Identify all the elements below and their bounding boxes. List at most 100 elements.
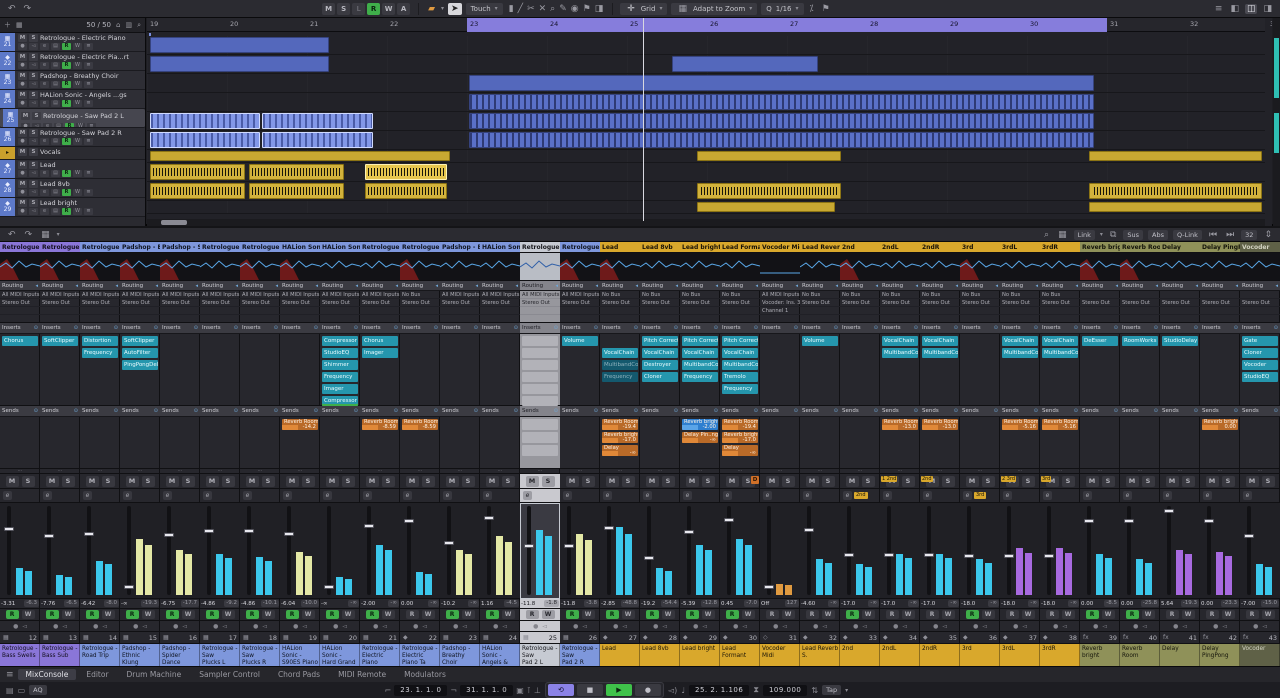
channel-name-tab[interactable]: Retrologue - El. [360,242,400,253]
channel-name-label[interactable]: HALion Sonic -Hard Grand Piano [320,644,360,666]
solo-button[interactable]: S [941,475,955,487]
search-icon[interactable]: ⌕ [1042,230,1051,240]
rack-bypass-icon[interactable]: ⊙ [1074,323,1078,334]
mixer-channel[interactable]: Lead FormantRouting◂No BusStereo OutInse… [719,242,761,666]
rack-bypass-icon[interactable]: ⊙ [1194,406,1198,417]
rack-bypass-icon[interactable]: ⊙ [594,323,598,334]
insert-slot[interactable]: MultibandCom..r [602,360,638,370]
mute-button[interactable]: M [1165,475,1179,487]
record-enable-icon[interactable]: ● [613,623,618,630]
fader-db-value[interactable]: Off [761,601,769,607]
mute-button[interactable]: M [605,475,619,487]
rack-bypass-icon[interactable]: ⊙ [34,406,38,417]
routing-slot[interactable]: Stereo Out [640,299,680,307]
insert-slot[interactable]: VocalChain [722,348,758,358]
rack-bypass-icon[interactable]: ⊙ [274,323,278,334]
inserts-rack[interactable]: Inserts ⊙ Chorus [0,323,40,406]
sends-rack-header[interactable]: Sends ⊙ [40,406,80,417]
sends-rack-header[interactable]: Sends ⊙ [160,406,200,417]
channel-name-label[interactable]: Reverb bright [1080,644,1120,666]
routing-rack-header[interactable]: Routing ◂ [120,281,160,291]
routing-slot[interactable]: All MIDI Inputs [320,291,360,299]
routing-slot[interactable]: Channel 1 [760,307,800,315]
sends-rack[interactable]: Sends ⊙ [520,406,560,469]
routing-slot[interactable]: Stereo Out [1200,299,1240,307]
solo-button[interactable]: S [261,475,275,487]
channel-eq-curve[interactable] [839,253,881,281]
sends-rack[interactable]: Sends ⊙ [440,406,480,469]
inserts-rack-header[interactable]: Inserts ⊙ [40,323,80,334]
event-clip[interactable] [365,164,447,180]
rack-bypass-icon[interactable]: ⊙ [914,406,918,417]
solo-button[interactable]: S [981,475,995,487]
routing-slot[interactable]: Stereo Out [80,299,120,307]
channel-eq-curve[interactable] [239,253,281,281]
routing-slot[interactable]: Stereo Out [1120,299,1160,307]
inserts-rack-header[interactable]: Inserts ⊙ [1040,323,1080,334]
instrument-button[interactable]: ▤ [51,208,60,215]
inserts-rack[interactable]: Inserts ⊙ Pitch Correct VocalChain Multiband… [720,323,760,406]
monitor-button[interactable]: ◅ [29,81,38,88]
channel-eq-curve[interactable] [1199,253,1241,281]
routing-rack[interactable]: Routing ◂ No Bus Stereo Out [800,281,840,323]
fader-cap[interactable] [1004,554,1014,558]
fader-cap[interactable] [884,553,894,557]
edit-channel-button[interactable]: e [40,208,49,215]
track-row[interactable]: ▦ 25 M S Retrologue - Saw Pad 2 L ● ◅ e ▤ R W ≣ [0,109,145,128]
routing-slot[interactable] [640,307,680,315]
fader-cap[interactable] [604,526,614,530]
inserts-rack-header[interactable]: Inserts ⊙ [520,323,560,334]
fader-cap[interactable] [324,585,334,589]
fader-cap[interactable] [204,529,214,533]
routing-slot[interactable] [1240,291,1280,299]
rack-bypass-icon[interactable]: ⊙ [794,406,798,417]
routing-rack-header[interactable]: Routing ◂ [1000,281,1040,291]
fader-db-value[interactable]: -10.2 [441,601,455,607]
channel-name-tab[interactable]: Padshop - Bre. [440,242,480,253]
event-clip[interactable] [697,151,842,161]
monitor-icon[interactable]: ◅ [182,623,187,630]
insert-slot[interactable]: Chorus [2,336,38,346]
inserts-rack-header[interactable]: Inserts ⊙ [240,323,280,334]
zoom-tool[interactable]: ⌕ [548,4,557,14]
sends-rack[interactable]: Sends ⊙ Reverb Room -19.4 Reverb bright -17.0… [720,406,760,469]
sends-rack[interactable]: Sends ⊙ [240,406,280,469]
read-automation-button[interactable]: R [325,610,339,619]
record-enable-icon[interactable]: ● [933,623,938,630]
solo-button[interactable]: S [1141,475,1155,487]
sends-rack[interactable]: Sends ⊙ Reverb bright 0.00 [1200,406,1240,469]
write-automation-button[interactable]: W [981,610,995,619]
solo-button[interactable]: S [701,475,715,487]
routing-rack-header[interactable]: Routing ◂ [480,281,520,291]
monitor-icon[interactable]: ◅ [782,623,787,630]
write-automation-button[interactable]: W [181,610,195,619]
flag-icon[interactable]: ⚑ [820,4,832,14]
send-slot[interactable]: Reverb Room -5.16 [1002,419,1038,430]
record-enable-icon[interactable]: ● [293,623,298,630]
fader-track[interactable] [684,506,694,595]
inserts-rack-header[interactable]: Inserts ⊙ [1080,323,1120,334]
sends-rack[interactable]: Sends ⊙ Reverb Room -13.0 [920,406,960,469]
record-enable-icon[interactable]: ● [573,623,578,630]
channel-name-tab[interactable]: Delay [1160,242,1200,253]
mixer-channel[interactable]: Retrologue - El.Routing◂All MIDI InputsS… [359,242,401,666]
insert-slot[interactable]: Frequency [722,384,758,394]
channel-name-label[interactable]: Vocoder [1240,644,1280,666]
sends-rack[interactable]: Sends ⊙ [640,406,680,469]
channel-eq-curve[interactable] [0,253,41,281]
read-automation-button[interactable]: R [65,123,74,127]
record-enable-button[interactable]: ● [18,62,27,69]
write-automation-button[interactable]: W [1261,610,1275,619]
rack-bypass-icon[interactable]: ⊙ [74,323,78,334]
peak-value[interactable]: -8.5 [1104,600,1119,607]
routing-slot[interactable]: Stereo Out [40,299,80,307]
routing-rack-header[interactable]: Routing ◂ [0,281,40,291]
edit-channel-button[interactable]: e [40,62,49,69]
fader-area[interactable] [400,503,440,599]
monitor-icon[interactable]: ◅ [1222,623,1227,630]
track-name[interactable]: Lead [40,161,56,169]
track-name[interactable]: Retrologue - Saw Pad 2 R [40,129,122,137]
peak-value[interactable]: -∞ [868,600,879,607]
channel-name-tab[interactable]: Lead 8vb [640,242,680,253]
sends-rack-header[interactable]: Sends ⊙ [1160,406,1200,417]
